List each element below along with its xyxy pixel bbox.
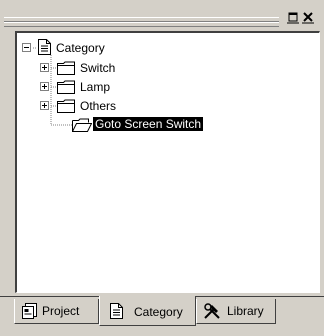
expand-icon[interactable] [40,101,49,110]
tree-node-label: Goto Screen Switch [93,117,204,131]
collapse-icon[interactable] [22,43,31,52]
tree-node-label: Lamp [80,80,111,94]
tab-label: Project [42,304,80,318]
tree-node-label: Category [56,41,105,55]
tree-node-goto-screen-switch[interactable]: Goto Screen Switch [17,116,257,134]
folder-icon [57,99,75,113]
tree-node-lamp[interactable]: Lamp [17,78,217,96]
close-icon[interactable] [301,11,315,24]
tree-node-root[interactable]: Category [17,39,217,57]
tree-node-label: Others [80,99,117,113]
open-folder-icon [72,118,92,132]
expand-icon[interactable] [40,63,49,72]
tab-category[interactable]: Category [99,296,196,326]
tree-node-others[interactable]: Others [17,97,217,115]
tree-node-label: Switch [80,61,116,75]
folder-icon [57,80,75,94]
folder-icon [57,61,75,75]
document-icon [38,39,51,55]
tab-label: Library [227,304,264,318]
library-tools-icon [204,303,220,319]
category-icon [110,303,123,319]
tab-label: Category [134,305,183,319]
tab-project[interactable]: Project [14,299,99,324]
expand-icon[interactable] [40,82,49,91]
tab-library[interactable]: Library [196,299,276,324]
restore-icon[interactable] [286,11,300,24]
dock-gripper[interactable] [4,17,279,27]
project-icon [22,303,37,319]
tree-node-switch[interactable]: Switch [17,59,217,77]
category-tree[interactable]: Category Switch Lamp Others Goto Screen … [15,31,320,293]
tab-strip: Project Category Library [0,296,324,336]
